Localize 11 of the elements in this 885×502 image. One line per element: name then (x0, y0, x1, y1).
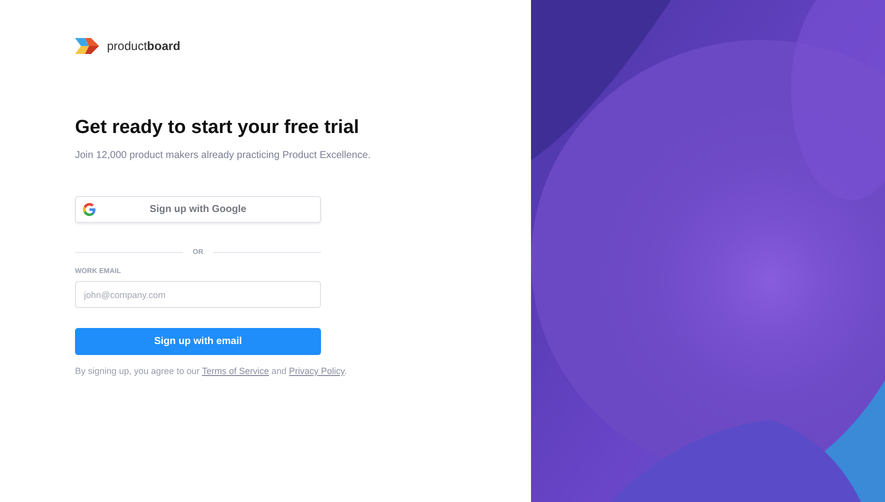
legal-link[interactable]: Privacy Policy (289, 366, 344, 376)
subtitle: Join 12,000 product makers already practicing Product Excellence. (75, 150, 371, 161)
brand-name: productboard (107, 39, 180, 53)
page-heading: Get ready to start your free trial (75, 117, 360, 139)
legal-link[interactable]: Terms of Service (202, 366, 269, 376)
email-input-field[interactable]: john@company.com (75, 281, 321, 308)
google-signup-button[interactable]: Sign up with Google (75, 196, 321, 223)
google-g-icon (83, 203, 96, 216)
logo-icon (75, 38, 99, 54)
legal-notice: By signing up, you agree to our Terms of Service and Privacy Policy. (75, 366, 347, 376)
email-signup-button[interactable]: Sign up with email (75, 328, 321, 355)
